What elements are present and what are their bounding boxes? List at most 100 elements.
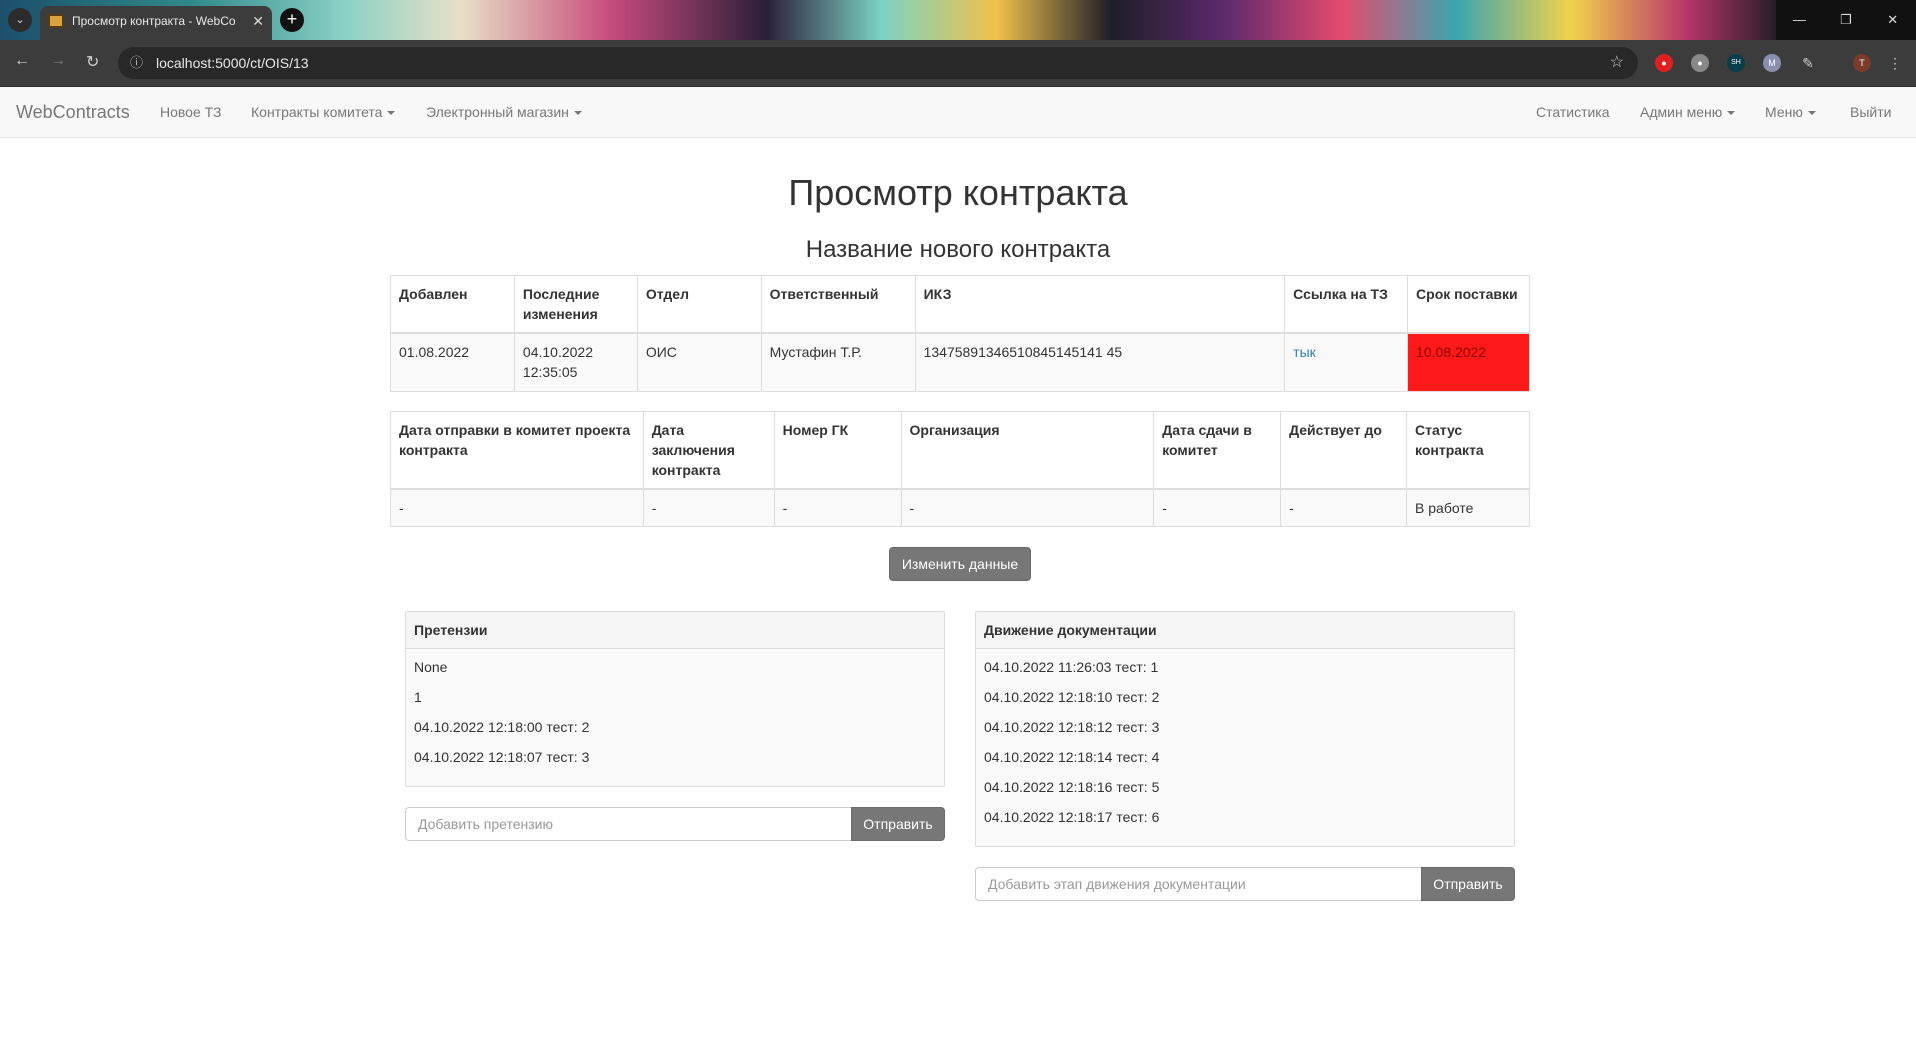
docs-input-group: Отправить <box>975 867 1515 901</box>
table-row: 01.08.2022 04.10.2022 12:35:05 ОИС Муста… <box>390 332 1530 392</box>
cell-responsible: Мустафин Т.Р. <box>760 332 916 392</box>
cell-added: 01.08.2022 <box>390 332 515 392</box>
header-department: Отдел <box>636 275 762 334</box>
cell-gk-number: - <box>773 488 902 527</box>
cell-organization: - <box>900 488 1155 527</box>
extension-sh-icon[interactable]: SH <box>1727 54 1745 72</box>
claims-list: None 1 04.10.2022 12:18:00 тест: 2 04.10… <box>406 649 944 785</box>
contract-status-table: Дата отправки в комитет проекта контракт… <box>390 411 1530 527</box>
cell-contract-status: В работе <box>1406 488 1530 527</box>
claims-panel: Претензии None 1 04.10.2022 12:18:00 тес… <box>405 611 945 787</box>
url-text: localhost:5000/ct/OIS/13 <box>156 55 309 71</box>
add-doc-stage-input[interactable] <box>975 867 1421 901</box>
edit-data-button[interactable]: Изменить данные <box>889 547 1031 581</box>
site-favicon-icon <box>48 14 64 28</box>
list-item: 04.10.2022 12:18:07 тест: 3 <box>414 749 590 765</box>
claims-panel-title: Претензии <box>406 612 944 649</box>
cell-submission-date: - <box>1153 488 1282 527</box>
nav-committee-contracts-label: Контракты комитета <box>251 104 383 120</box>
tz-link[interactable]: тык <box>1293 344 1316 360</box>
nav-eshop-dropdown[interactable]: Электронный магазин <box>426 87 582 138</box>
forward-icon[interactable]: → <box>50 52 66 70</box>
address-bar[interactable]: ⓘ localhost:5000/ct/OIS/13 ☆ <box>118 47 1638 79</box>
docs-submit-button[interactable]: Отправить <box>1421 867 1515 901</box>
header-conclusion-date: Дата заключения контракта <box>642 411 775 490</box>
nav-menu-dropdown[interactable]: Меню <box>1765 87 1816 138</box>
header-valid-until: Действует до <box>1280 411 1408 490</box>
cell-tz-link: тык <box>1284 332 1409 392</box>
list-item: 1 <box>414 689 422 705</box>
tab-close-icon[interactable]: ✕ <box>252 6 264 36</box>
caret-down-icon <box>573 111 582 116</box>
cell-department: ОИС <box>636 332 762 392</box>
new-tab-icon[interactable]: + <box>280 8 304 32</box>
window-close-icon[interactable]: ✕ <box>1869 0 1916 40</box>
bookmark-star-icon[interactable]: ☆ <box>1610 47 1624 79</box>
header-tz-link: Ссылка на ТЗ <box>1284 275 1409 334</box>
table-header-row: Дата отправки в комитет проекта контракт… <box>390 411 1530 490</box>
list-item: 04.10.2022 11:26:03 тест: 1 <box>984 659 1159 675</box>
list-item: 04.10.2022 12:18:16 тест: 5 <box>984 779 1160 795</box>
list-item: 04.10.2022 12:18:10 тест: 2 <box>984 689 1160 705</box>
restore-icon[interactable]: ❐ <box>1823 0 1870 40</box>
list-item: 04.10.2022 12:18:00 тест: 2 <box>414 719 590 735</box>
claims-input-group: Отправить <box>405 807 945 841</box>
extension-adblock-icon[interactable]: ● <box>1655 54 1673 72</box>
tab-title: Просмотр контракта - WebCo <box>72 14 236 28</box>
browser-tab-strip: ⌄ Просмотр контракта - WebCo ✕ + — ❐ ✕ <box>0 0 1916 40</box>
browser-tab-active[interactable]: Просмотр контракта - WebCo ✕ <box>40 6 272 40</box>
cell-sent-to-committee: - <box>390 488 644 527</box>
nav-eshop-label: Электронный магазин <box>426 104 569 120</box>
nav-committee-contracts-dropdown[interactable]: Контракты комитета <box>251 87 396 138</box>
browser-toolbar: ← → ↻ ⓘ localhost:5000/ct/OIS/13 ☆ ● ● S… <box>0 40 1916 87</box>
header-added: Добавлен <box>390 275 515 334</box>
header-contract-status: Статус контракта <box>1406 411 1530 490</box>
header-gk-number: Номер ГК <box>773 411 902 490</box>
browser-menu-icon[interactable]: ⋮ <box>1886 54 1904 72</box>
claims-submit-button[interactable]: Отправить <box>851 807 945 841</box>
site-info-icon[interactable]: ⓘ <box>130 47 143 79</box>
header-delivery-deadline: Срок поставки <box>1407 275 1530 334</box>
list-item: 04.10.2022 12:18:14 тест: 4 <box>984 749 1160 765</box>
docs-panel-title: Движение документации <box>976 612 1514 649</box>
cell-last-modified: 04.10.2022 12:35:05 <box>513 332 638 392</box>
add-claim-input[interactable] <box>405 807 851 841</box>
table-header-row: Добавлен Последние изменения Отдел Ответ… <box>390 275 1530 334</box>
brand-link[interactable]: WebContracts <box>16 87 130 138</box>
app-navbar: WebContracts Новое ТЗ Контракты комитета… <box>0 87 1916 138</box>
extension-icon[interactable]: ● <box>1691 54 1709 72</box>
header-sent-to-committee: Дата отправки в комитет проекта контракт… <box>390 411 644 490</box>
nav-admin-menu-label: Админ меню <box>1640 104 1723 120</box>
header-last-modified: Последние изменения <box>513 275 638 334</box>
nav-admin-menu-dropdown[interactable]: Админ меню <box>1640 87 1736 138</box>
reload-icon[interactable]: ↻ <box>86 52 99 72</box>
nav-new-tz[interactable]: Новое ТЗ <box>160 87 222 138</box>
nav-menu-label: Меню <box>1765 104 1803 120</box>
profile-avatar[interactable]: T <box>1853 54 1871 72</box>
nav-stats[interactable]: Статистика <box>1536 87 1610 138</box>
nav-logout[interactable]: Выйти <box>1850 87 1891 138</box>
contract-info-table: Добавлен Последние изменения Отдел Ответ… <box>390 275 1530 392</box>
extensions-puzzle-icon[interactable]: ✎ <box>1799 54 1817 72</box>
cell-ikz: 13475891346510845145141 45 <box>914 332 1286 392</box>
minimize-icon[interactable]: — <box>1776 0 1823 40</box>
extension-m-icon[interactable]: M <box>1763 54 1781 72</box>
tab-search-icon[interactable]: ⌄ <box>8 8 32 32</box>
window-controls: — ❐ ✕ <box>1776 0 1916 40</box>
back-icon[interactable]: ← <box>14 52 30 70</box>
docs-movement-panel: Движение документации 04.10.2022 11:26:0… <box>975 611 1515 847</box>
header-submission-date: Дата сдачи в комитет <box>1153 411 1282 490</box>
docs-list: 04.10.2022 11:26:03 тест: 1 04.10.2022 1… <box>976 649 1514 845</box>
list-item: 04.10.2022 12:18:12 тест: 3 <box>984 719 1160 735</box>
table-row: - - - - - - В работе <box>390 488 1530 527</box>
contract-name: Название нового контракта <box>805 236 1111 263</box>
cell-delivery-deadline: 10.08.2022 <box>1407 332 1530 392</box>
list-item: 04.10.2022 12:18:17 тест: 6 <box>984 809 1160 825</box>
page-title: Просмотр контракта <box>788 172 1128 213</box>
header-responsible: Ответственный <box>760 275 916 334</box>
header-ikz: ИКЗ <box>914 275 1286 334</box>
caret-down-icon <box>1727 111 1736 116</box>
list-item: None <box>414 659 448 675</box>
caret-down-icon <box>1807 111 1816 116</box>
caret-down-icon <box>387 111 396 116</box>
